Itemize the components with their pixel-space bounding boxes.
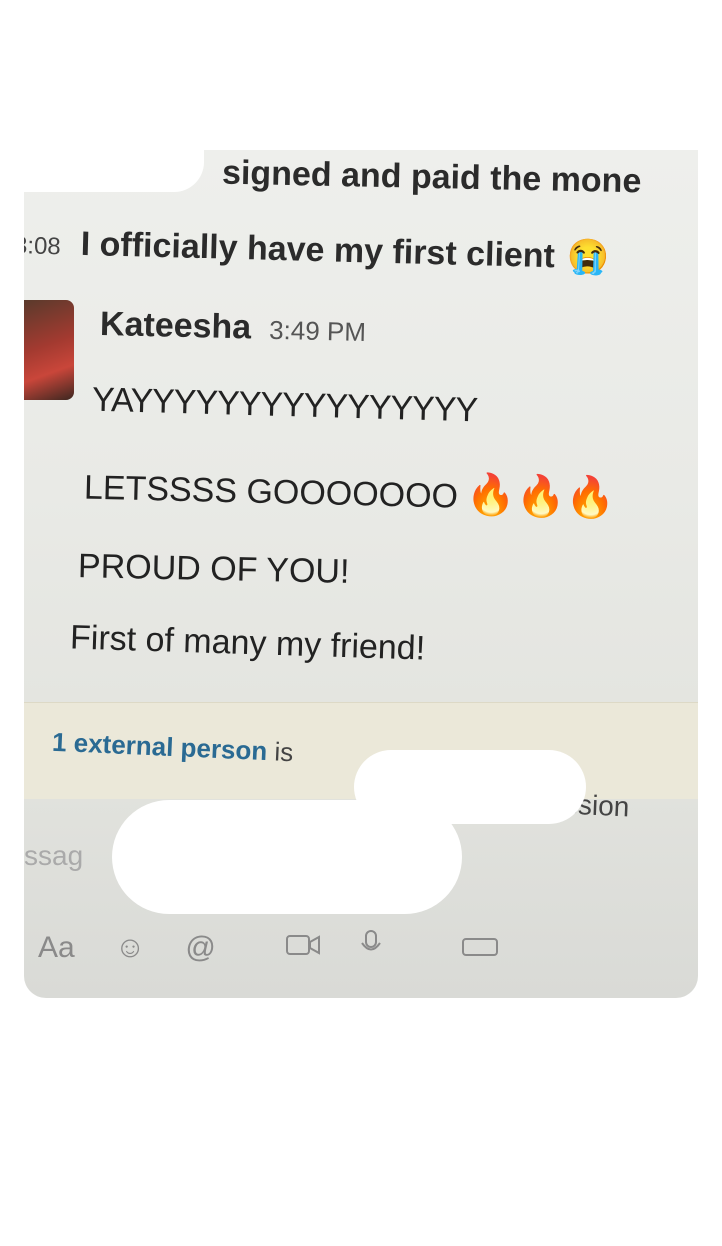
message-line: PROUD OF YOU! (77, 547, 350, 591)
previous-message: 3:08 I officially have my first client 😭 (24, 222, 610, 277)
external-person-rest: is (273, 736, 294, 768)
composer-toolbar: Aa ☺ @ (38, 930, 498, 966)
fire-icon: 🔥🔥🔥 (465, 472, 616, 521)
previous-message-line: signed and paid the mone (221, 153, 642, 201)
message-line: LETSSSS GOOOOOOO 🔥🔥🔥 (84, 462, 617, 522)
message-header: Kateesha 3:49 PM (100, 305, 367, 350)
previous-timestamp: 3:08 (24, 232, 62, 261)
video-icon[interactable] (285, 931, 320, 965)
crying-face-icon: 😭 (566, 237, 610, 277)
chat-screenshot: signed and paid the mone 3:08 I officiall… (24, 150, 698, 998)
message-line: YAYYYYYYYYYYYYYYYY (91, 380, 478, 430)
message-input[interactable]: ssag (24, 840, 83, 872)
mention-icon[interactable]: @ (185, 931, 215, 965)
previous-message-text: I officially have my first client (80, 224, 556, 276)
avatar[interactable] (24, 300, 74, 400)
emoji-icon[interactable]: ☺ (115, 931, 146, 965)
attach-icon[interactable] (461, 931, 498, 965)
format-button[interactable]: Aa (38, 931, 75, 965)
message-line-text: LETSSSS GOOOOOOO (83, 468, 459, 516)
sender-name[interactable]: Kateesha (100, 305, 252, 346)
redaction-blob (112, 800, 462, 914)
redaction-blob (24, 150, 204, 192)
message-time[interactable]: 3:49 PM (269, 315, 366, 347)
mic-icon[interactable] (360, 930, 382, 966)
message-line: First of many my friend! (69, 618, 426, 668)
